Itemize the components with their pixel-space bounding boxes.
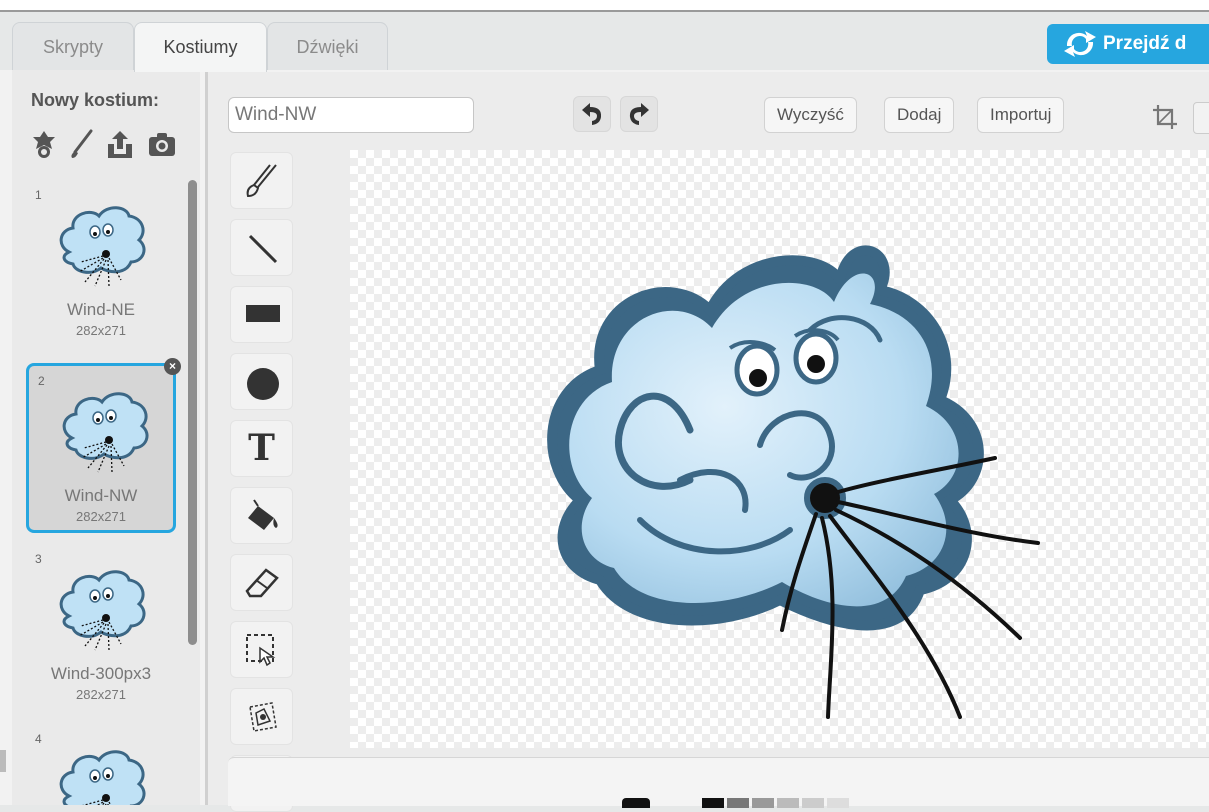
costume-number: 4 bbox=[35, 732, 42, 746]
sprite-library-icon[interactable] bbox=[28, 128, 60, 160]
undo-icon bbox=[582, 103, 602, 125]
stamp-icon bbox=[249, 702, 277, 732]
paint-brush-icon[interactable] bbox=[66, 128, 98, 160]
palette-swatch[interactable] bbox=[802, 798, 824, 808]
costume-name: Wind-300px3 bbox=[50, 664, 152, 683]
camera-icon[interactable] bbox=[146, 128, 178, 160]
costume-thumbnail bbox=[62, 392, 149, 474]
text-tool[interactable]: T bbox=[230, 420, 293, 477]
costume-name: Wind-NE bbox=[66, 300, 135, 319]
palette-swatch[interactable] bbox=[777, 798, 799, 808]
costume-thumbnail bbox=[59, 206, 146, 288]
costume-thumbnail bbox=[59, 750, 146, 805]
import-button[interactable]: Importuj bbox=[977, 97, 1065, 133]
palette-swatch[interactable] bbox=[752, 798, 774, 808]
window-edge bbox=[0, 750, 6, 772]
add-button[interactable]: Dodaj bbox=[884, 97, 955, 133]
select-icon bbox=[246, 634, 276, 667]
flip-button[interactable] bbox=[1193, 102, 1209, 134]
brush-tool[interactable] bbox=[230, 152, 293, 209]
sync-icon bbox=[1064, 31, 1096, 57]
ellipse-icon bbox=[247, 368, 279, 400]
tab-costumes[interactable]: Kostiumy bbox=[134, 22, 267, 72]
costume-item[interactable]: 1 Wind-NE 282x271 bbox=[26, 180, 176, 350]
cloud-costume-drawing bbox=[547, 245, 1040, 719]
go-button-label: Przejdź d bbox=[1103, 33, 1187, 54]
costume-item[interactable]: 3 Wind-300px3 282x271 bbox=[26, 544, 176, 714]
costume-name-input[interactable] bbox=[228, 97, 474, 133]
palette-swatch[interactable] bbox=[827, 798, 849, 808]
line-tool[interactable] bbox=[230, 219, 293, 276]
new-costume-toolbar bbox=[28, 128, 198, 160]
crop-icon[interactable] bbox=[1152, 104, 1178, 130]
delete-costume-icon[interactable]: × bbox=[164, 358, 181, 375]
current-color-swatch[interactable] bbox=[622, 798, 650, 808]
costume-item[interactable]: 4 bbox=[26, 724, 176, 805]
costume-size: 282x271 bbox=[76, 323, 126, 338]
costume-name: Wind-NW bbox=[64, 486, 138, 505]
clear-button[interactable]: Wyczyść bbox=[764, 97, 857, 133]
costume-size: 282x271 bbox=[76, 509, 126, 524]
tab-scripts[interactable]: Skrypty bbox=[12, 22, 134, 70]
rectangle-tool[interactable] bbox=[230, 286, 293, 343]
upload-icon[interactable] bbox=[104, 128, 136, 160]
costume-item-selected[interactable]: 2 × Wind-NW 282x271 bbox=[26, 358, 181, 533]
redo-button[interactable] bbox=[620, 96, 658, 132]
text-icon: T bbox=[248, 427, 275, 469]
redo-icon bbox=[629, 103, 649, 125]
undo-button[interactable] bbox=[573, 96, 611, 132]
eraser-tool[interactable] bbox=[230, 554, 293, 611]
costume-thumbnail bbox=[59, 570, 146, 652]
costume-list-scrollbar[interactable] bbox=[188, 180, 197, 645]
costume-number: 1 bbox=[35, 188, 42, 202]
fill-icon bbox=[248, 499, 278, 530]
ellipse-tool[interactable] bbox=[230, 353, 293, 410]
costume-size: 282x271 bbox=[76, 687, 126, 702]
costume-number: 2 bbox=[38, 374, 45, 388]
go-to-project-button[interactable]: Przejdź d bbox=[1047, 24, 1209, 64]
new-costume-label: Nowy kostium: bbox=[31, 90, 160, 110]
line-icon bbox=[248, 234, 278, 264]
top-border bbox=[0, 0, 1209, 12]
rectangle-icon bbox=[246, 305, 280, 322]
tab-sounds[interactable]: Dźwięki bbox=[267, 22, 388, 70]
select-tool[interactable] bbox=[230, 621, 293, 678]
eraser-icon bbox=[245, 568, 279, 598]
fill-tool[interactable] bbox=[230, 487, 293, 544]
stamp-tool[interactable] bbox=[230, 688, 293, 745]
palette-swatch[interactable] bbox=[727, 798, 749, 808]
brush-icon bbox=[246, 164, 277, 198]
palette-swatch[interactable] bbox=[702, 798, 724, 808]
costume-number: 3 bbox=[35, 552, 42, 566]
